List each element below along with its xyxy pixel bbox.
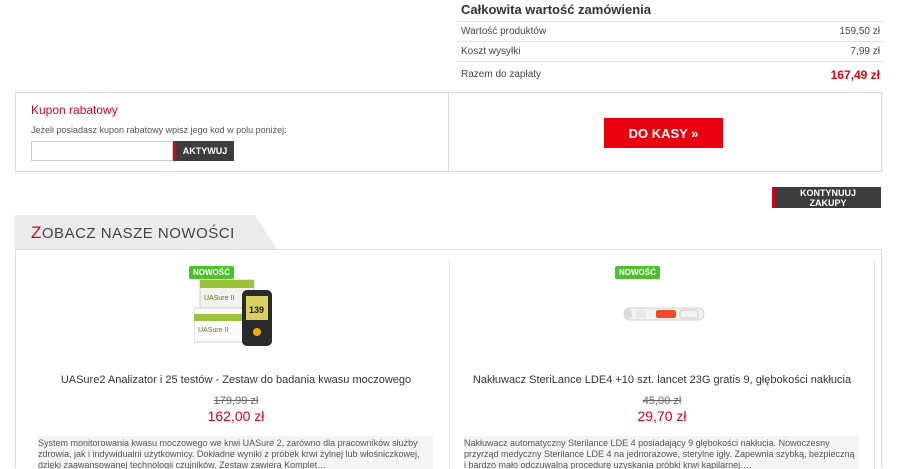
product-name[interactable]: UASure2 Analizator i 25 testów - Zestaw … bbox=[26, 374, 446, 386]
products-value-row: Wartość produktów 159,50 zł bbox=[457, 21, 883, 41]
total-label: Razem do zapłaty bbox=[461, 69, 542, 80]
product-old-price: 179,99 zł bbox=[213, 395, 259, 407]
product-divider bbox=[449, 260, 450, 469]
new-products-list: NOWOŚĆ UASure II UASure II 139 UASure2 A… bbox=[15, 249, 882, 469]
coupon-section: Kupon rabatowy Jeżeli posiadasz kupon ra… bbox=[16, 93, 449, 171]
product-divider-right bbox=[874, 260, 875, 469]
product-old-price: 45,00 zł bbox=[642, 395, 682, 407]
product-card[interactable]: NOWOŚĆ UASure II UASure II 139 UASure2 A… bbox=[26, 250, 446, 469]
total-row: Razem do zapłaty 167,49 zł bbox=[457, 61, 883, 87]
section-title: ZOBACZ NASZE NOWOŚCI bbox=[31, 223, 235, 243]
product-name[interactable]: Nakłuwacz SteriLance LDE4 +10 szt. lance… bbox=[452, 374, 872, 386]
new-products-header: ZOBACZ NASZE NOWOŚCI bbox=[15, 215, 882, 249]
checkout-section: DO KASY » bbox=[449, 93, 881, 171]
uasure-display-reading: 139 bbox=[249, 305, 264, 315]
coupon-code-input[interactable] bbox=[31, 141, 173, 161]
shipping-cost-label: Koszt wysyłki bbox=[461, 46, 521, 57]
product-description: Nakłuwacz automatyczny Sterilance LDE 4 … bbox=[464, 436, 859, 469]
coupon-description: Jeżeli posiadasz kupon rabatowy wpisz je… bbox=[31, 125, 287, 135]
checkout-button[interactable]: DO KASY » bbox=[604, 118, 723, 148]
shipping-cost-row: Koszt wysyłki 7,99 zł bbox=[457, 41, 883, 61]
product-price: 29,70 zł bbox=[637, 408, 687, 424]
order-summary-title: Całkowita wartość zamówienia bbox=[461, 2, 652, 17]
uasure-box-brand-front: UASure II bbox=[198, 327, 228, 334]
coupon-checkout-panel: Kupon rabatowy Jeżeli posiadasz kupon ra… bbox=[15, 92, 882, 172]
products-value-amount: 159,50 zł bbox=[839, 26, 880, 37]
coupon-title: Kupon rabatowy bbox=[31, 103, 118, 117]
product-description: System monitorowania kwasu moczowego we … bbox=[38, 436, 433, 469]
uasure-box-brand: UASure II bbox=[204, 295, 234, 302]
section-title-initial: Z bbox=[31, 223, 42, 242]
continue-shopping-button[interactable]: KONTYNUUJ ZAKUPY bbox=[772, 187, 881, 208]
product-card[interactable]: NOWOŚĆ Nakłuwacz SteriLance LDE4 +10 szt… bbox=[452, 250, 872, 469]
product-price: 162,00 zł bbox=[207, 408, 265, 424]
shipping-cost-amount: 7,99 zł bbox=[850, 46, 880, 57]
product-image-uasure[interactable]: UASure II UASure II 139 bbox=[194, 272, 286, 352]
product-image-lancing-device[interactable] bbox=[620, 272, 710, 352]
products-value-label: Wartość produktów bbox=[461, 26, 547, 37]
activate-coupon-button[interactable]: AKTYWUJ bbox=[173, 141, 234, 161]
section-title-rest: OBACZ NASZE NOWOŚCI bbox=[41, 225, 235, 242]
order-summary: Całkowita wartość zamówienia Wartość pro… bbox=[457, 0, 883, 87]
total-amount: 167,49 zł bbox=[830, 67, 880, 82]
